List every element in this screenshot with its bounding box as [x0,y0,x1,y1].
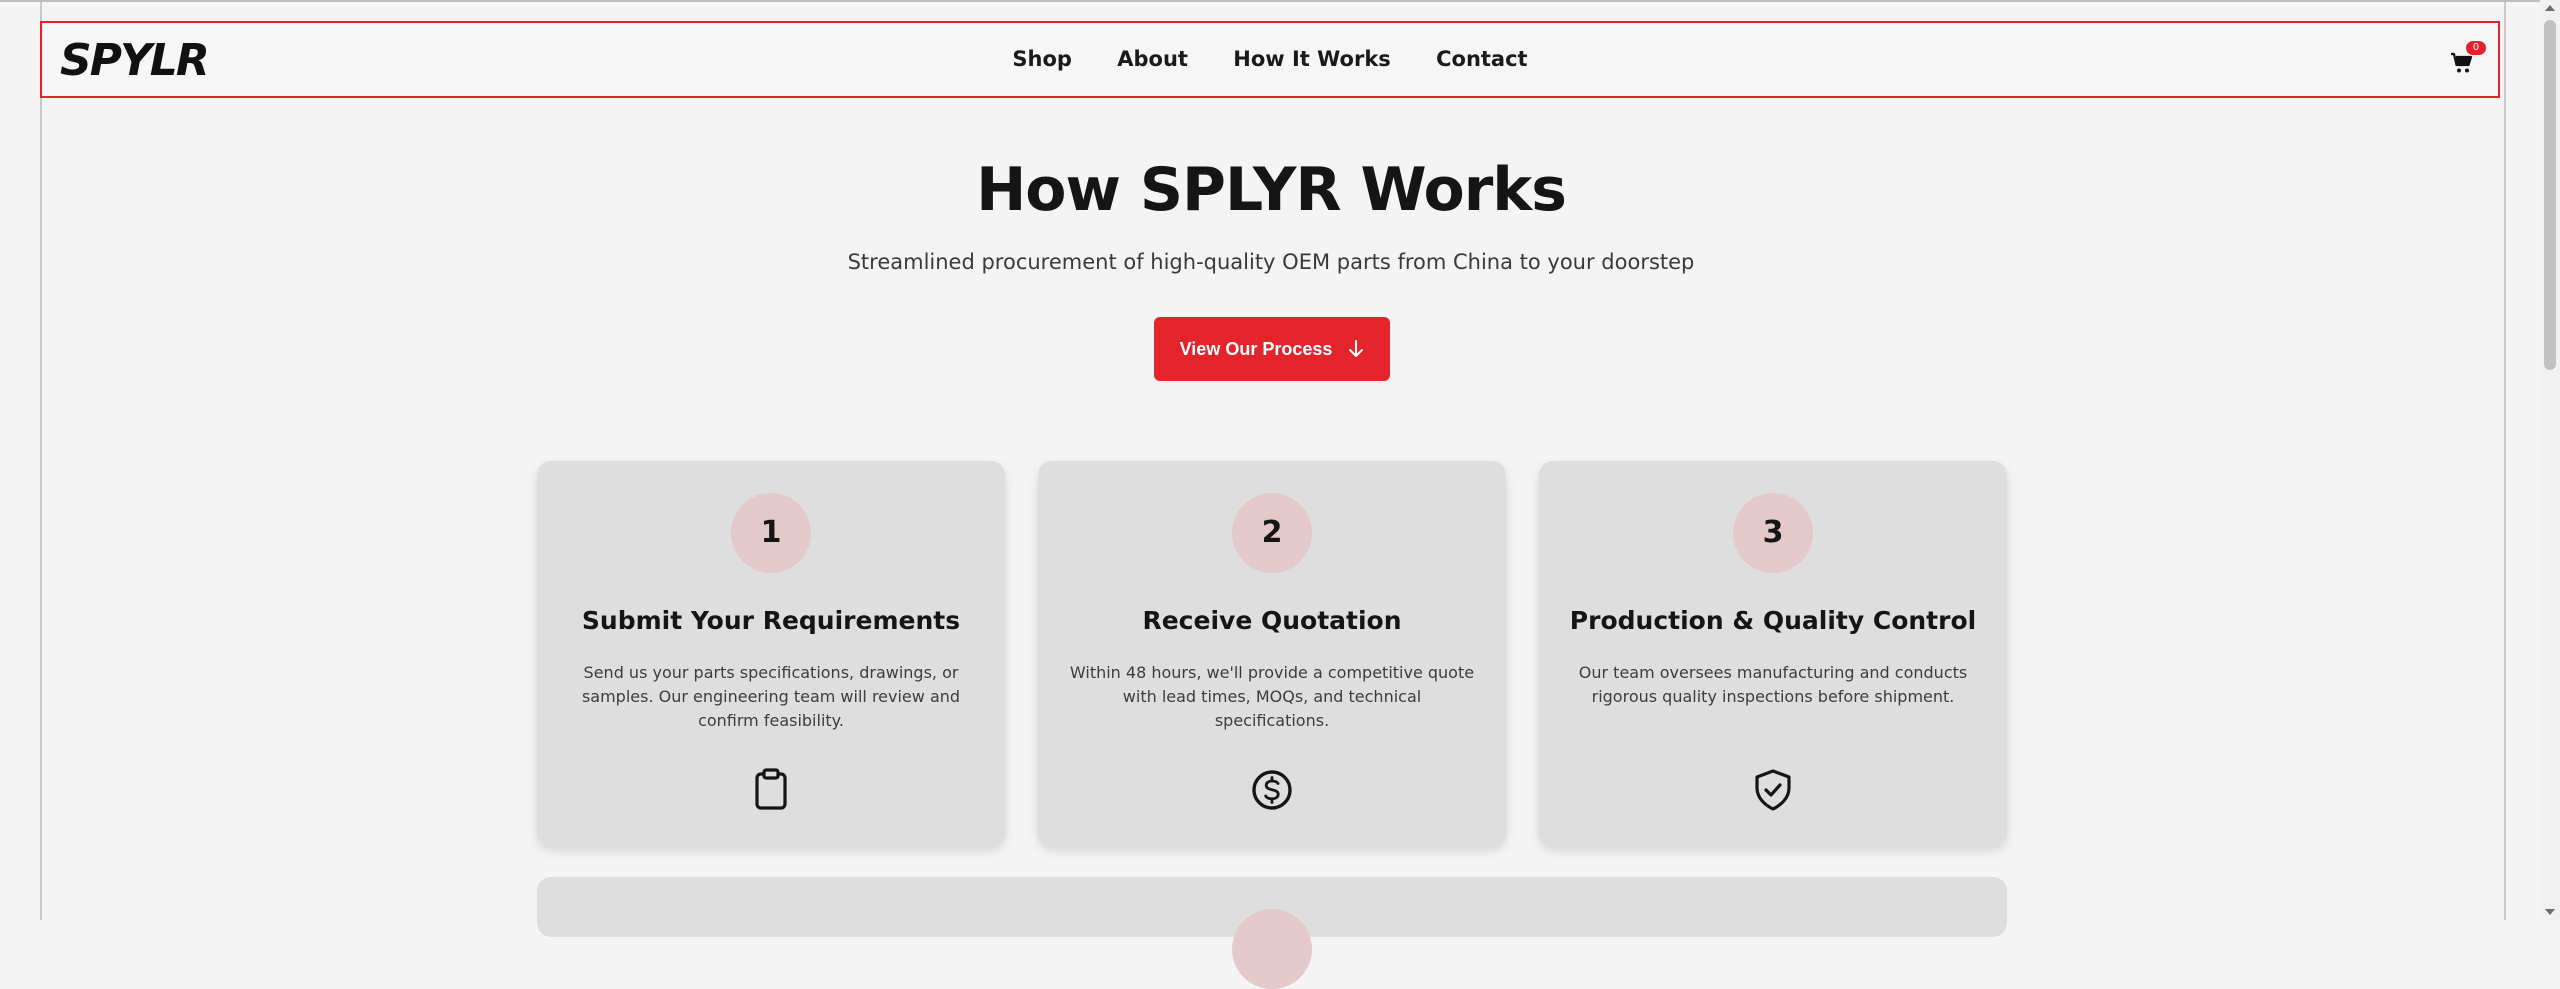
step-description: Send us your parts specifications, drawi… [581,663,961,730]
page-scrollbar[interactable] [2540,0,2560,920]
step-title: Receive Quotation [1142,606,1402,635]
step-number-badge: 2 [1232,493,1312,573]
step-card-2: 2 Receive Quotation Within 48 hours, we'… [1038,461,1506,847]
view-process-button[interactable]: View Our Process [1154,317,1390,381]
cart-count-badge: 0 [2466,41,2486,55]
arrow-down-icon [1349,340,1364,357]
step-description: Within 48 hours, we'll provide a competi… [1069,663,1475,730]
nav-link-about[interactable]: About [1117,47,1188,71]
step-title: Submit Your Requirements [581,606,961,635]
page-title: How SPLYR Works [976,155,1567,225]
clipboard-icon [755,768,787,810]
shield-check-icon [1755,769,1791,811]
scroll-up-arrow-icon[interactable] [2545,5,2555,11]
scroll-down-arrow-icon[interactable] [2545,909,2555,915]
dollar-circle-icon [1252,770,1292,810]
step-number-badge: 1 [731,493,811,573]
site-header: SPYLR Shop About How It Works Contact 0 [40,21,2500,98]
main-nav: Shop About How It Works Contact [42,47,2498,71]
step-number-badge: 3 [1733,493,1813,573]
nav-link-contact[interactable]: Contact [1436,47,1528,71]
view-process-label: View Our Process [1179,338,1333,359]
step-card-1: 1 Submit Your Requirements Send us your … [537,461,1005,847]
step-card-4 [537,877,2007,989]
step-description: Our team oversees manufacturing and cond… [1578,663,1968,706]
step-title: Production & Quality Control [1569,606,1977,635]
cart-button[interactable]: 0 [2450,41,2486,79]
nav-link-shop[interactable]: Shop [1012,47,1072,71]
scrollbar-thumb[interactable] [2544,20,2556,370]
page-subtitle: Streamlined procurement of high-quality … [847,250,1695,274]
step-card-3: 3 Production & Quality Control Our team … [1539,461,2007,847]
nav-link-how-it-works[interactable]: How It Works [1233,47,1391,71]
step-number-badge [1232,909,1312,989]
